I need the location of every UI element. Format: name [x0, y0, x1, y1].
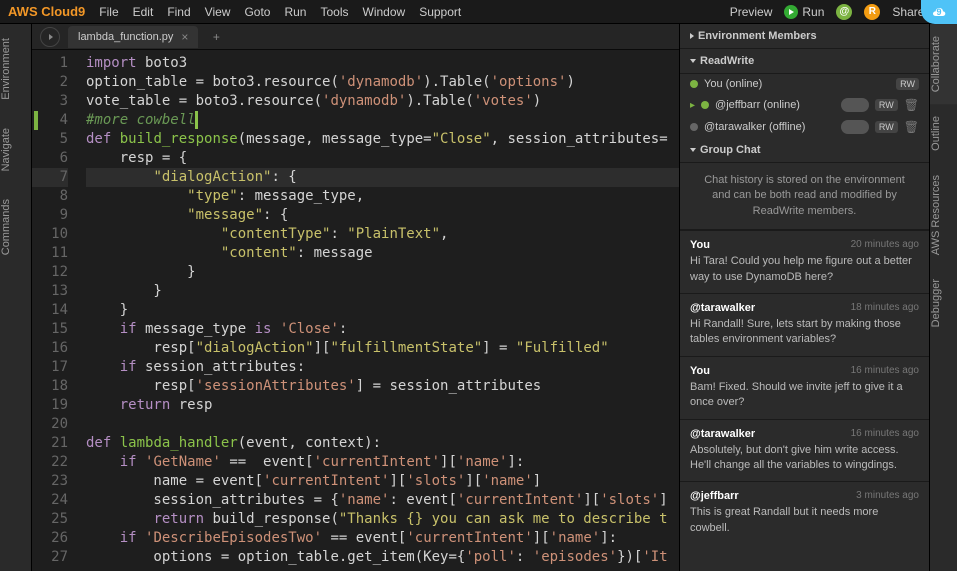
chevron-right-icon [690, 33, 694, 39]
active-arrow-icon: ▸ [690, 100, 695, 111]
chat-time: 16 minutes ago [851, 428, 919, 440]
menubar: AWS Cloud9 File Edit Find View Goto Run … [0, 0, 957, 24]
rail-debugger[interactable]: Debugger [930, 267, 957, 339]
chevron-down-icon [690, 59, 696, 63]
tab-bar: lambda_function.py × + [32, 24, 679, 50]
trash-icon[interactable]: 🗑 [904, 120, 919, 134]
menu-goto[interactable]: Goto [244, 5, 270, 19]
chat-message: @tarawalker 18 minutes ago Hi Randall! Su… [680, 293, 929, 356]
chat-body: Hi Randall! Sure, lets start by making t… [690, 317, 919, 348]
menu-run[interactable]: Run [284, 5, 306, 19]
collaborate-panel: Environment Members ReadWrite You (onlin… [679, 24, 929, 571]
rail-outline[interactable]: Outline [930, 104, 957, 163]
chat-user: @tarawalker [690, 428, 755, 440]
permission-pill: RW [875, 99, 898, 111]
run-button[interactable]: Run [784, 5, 824, 19]
permission-pill: RW [875, 121, 898, 133]
code-editor[interactable]: 1234567891011121314151617181920212223242… [32, 50, 679, 571]
chat-time: 16 minutes ago [851, 365, 919, 377]
member-name: @jeffbarr (online) [715, 99, 835, 111]
rail-environment[interactable]: Environment [0, 24, 31, 114]
avatar-current-user[interactable]: @ [836, 4, 852, 20]
permission-pill: RW [896, 78, 919, 90]
chat-time: 3 minutes ago [856, 490, 919, 502]
chat-body: Bam! Fixed. Should we invite jeff to giv… [690, 380, 919, 411]
editor-area: lambda_function.py × + 12345678910111213… [32, 24, 679, 571]
chat-body: Absolutely, but don't give him write acc… [690, 443, 919, 474]
chat-user: @tarawalker [690, 302, 755, 314]
chat-user: You [690, 365, 710, 377]
rail-commands[interactable]: Commands [0, 185, 31, 269]
section-environment-members[interactable]: Environment Members [680, 24, 929, 49]
chat-message: @jeffbarr 3 minutes ago This is great Ran… [680, 481, 929, 544]
preview-button[interactable]: Preview [730, 5, 773, 19]
tab-history-icon[interactable] [40, 27, 60, 47]
text-cursor [196, 112, 197, 128]
permission-toggle[interactable] [841, 120, 869, 134]
chat-user: You [690, 239, 710, 251]
chat-time: 18 minutes ago [851, 302, 919, 314]
chat-message: @tarawalker 16 minutes ago Absolutely, bu… [680, 419, 929, 482]
menu-window[interactable]: Window [363, 5, 406, 19]
member-name: You (online) [704, 78, 890, 90]
permission-toggle[interactable] [841, 98, 869, 112]
menu-view[interactable]: View [205, 5, 231, 19]
trash-icon[interactable]: 🗑 [904, 98, 919, 112]
cloud-badge-number: 9 [936, 7, 941, 17]
chat-messages: You 20 minutes ago Hi Tara! Could you hel… [680, 230, 929, 571]
chevron-down-icon [690, 148, 696, 152]
left-rail: Environment Navigate Commands [0, 24, 32, 571]
chat-message: You 16 minutes ago Bam! Fixed. Should we … [680, 356, 929, 419]
member-row-jeffbarr: ▸ @jeffbarr (online) RW 🗑 [680, 94, 929, 116]
menu-tools[interactable]: Tools [320, 5, 348, 19]
member-row-you: You (online) RW [680, 74, 929, 94]
app-logo: AWS Cloud9 [8, 4, 85, 19]
chat-message: You 20 minutes ago Hi Tara! Could you hel… [680, 230, 929, 293]
chat-time: 20 minutes ago [851, 239, 919, 251]
member-row-tarawalker: @tarawalker (offline) RW 🗑 [680, 116, 929, 138]
chat-user: @jeffbarr [690, 490, 739, 502]
avatar-user-r[interactable]: R [864, 4, 880, 20]
run-label: Run [802, 5, 824, 19]
chat-body: This is great Randall but it needs more … [690, 505, 919, 536]
menu-support[interactable]: Support [419, 5, 461, 19]
file-tab[interactable]: lambda_function.py × [68, 26, 198, 48]
menu-find[interactable]: Find [167, 5, 190, 19]
line-gutter: 1234567891011121314151617181920212223242… [32, 50, 80, 571]
rail-navigate[interactable]: Navigate [0, 114, 31, 185]
chat-body: Hi Tara! Could you help me figure out a … [690, 254, 919, 285]
play-icon [784, 5, 798, 19]
menu-items: File Edit Find View Goto Run Tools Windo… [99, 5, 729, 19]
menu-file[interactable]: File [99, 5, 118, 19]
status-dot-offline-icon [690, 123, 698, 131]
gutter-marker [34, 111, 38, 130]
code-lines[interactable]: import boto3 option_table = boto3.resour… [80, 50, 679, 571]
rail-aws-resources[interactable]: AWS Resources [930, 163, 957, 267]
menu-edit[interactable]: Edit [133, 5, 154, 19]
add-tab-button[interactable]: + [206, 27, 226, 47]
section-group-chat[interactable]: Group Chat [680, 138, 929, 163]
cloud9-badge[interactable]: 9 [921, 0, 957, 24]
rail-collaborate[interactable]: Collaborate [930, 24, 957, 104]
share-button[interactable]: Share [892, 5, 924, 19]
menubar-right: Preview Run @ R Share ⚙ [730, 3, 949, 20]
right-rail: Collaborate Outline AWS Resources Debugg… [929, 24, 957, 571]
close-icon[interactable]: × [181, 30, 188, 44]
status-dot-online-icon [690, 80, 698, 88]
section-readwrite[interactable]: ReadWrite [680, 49, 929, 74]
member-name: @tarawalker (offline) [704, 121, 835, 133]
status-dot-online-icon [701, 101, 709, 109]
chat-hint: Chat history is stored on the environmen… [680, 163, 929, 230]
file-tab-name: lambda_function.py [78, 31, 173, 43]
